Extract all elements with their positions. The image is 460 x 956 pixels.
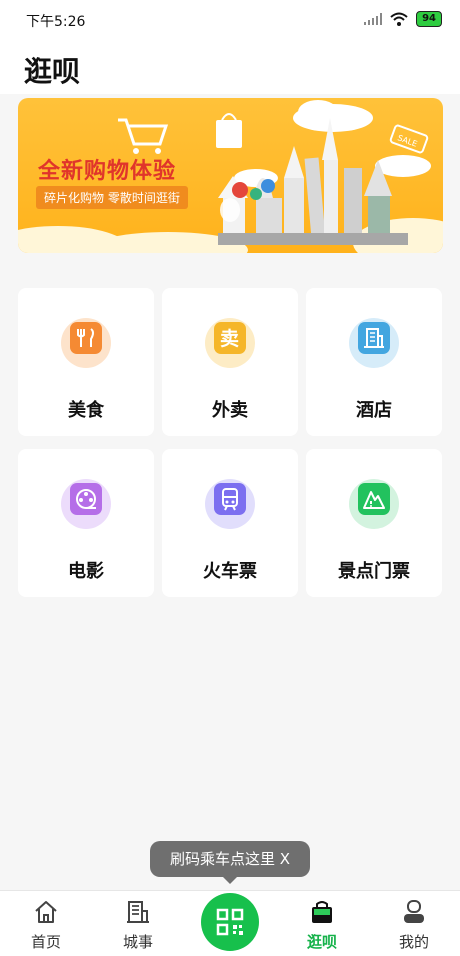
shopping-bag-icon: [312, 901, 332, 923]
home-icon: [35, 901, 57, 923]
banner-title: 全新购物体验: [38, 159, 177, 184]
sale-tag-text: SALE: [396, 133, 418, 148]
category-label: 美食: [68, 400, 104, 421]
category-card-takeaway[interactable]: 卖 外卖: [162, 288, 298, 436]
tab-label: 逛呗: [306, 933, 337, 951]
cloud-icon: [293, 100, 373, 132]
film-reel-icon: [70, 483, 102, 515]
status-time: 下午5:26: [26, 14, 86, 30]
status-bar: 下午5:26 94: [0, 0, 460, 38]
shopping-cart-icon: [118, 118, 169, 154]
category-label: 火车票: [203, 561, 257, 582]
city-building-icon: [127, 901, 149, 923]
train-icon: [214, 483, 246, 515]
shopping-bag-icon: [216, 113, 242, 148]
banner-subtitle: 碎片化购物 零散时间逛街: [36, 186, 188, 209]
tab-home[interactable]: 首页: [0, 891, 92, 956]
scan-ride-tooltip[interactable]: 刷码乘车点这里 X: [150, 841, 310, 877]
page-header: 逛呗: [0, 38, 460, 94]
battery-indicator: 94: [416, 11, 442, 27]
category-card-attraction-ticket[interactable]: 景点门票: [306, 449, 442, 597]
hotel-icon: [358, 322, 390, 354]
tab-stroll[interactable]: 逛呗: [276, 891, 368, 956]
tab-city[interactable]: 城事: [92, 891, 184, 956]
tab-label: 首页: [30, 933, 61, 951]
profile-icon: [404, 900, 424, 923]
category-label: 电影: [68, 561, 104, 582]
tooltip-arrow: [222, 876, 238, 884]
category-card-train-ticket[interactable]: 火车票: [162, 449, 298, 597]
tab-mine[interactable]: 我的: [368, 891, 460, 956]
category-card-food[interactable]: 美食: [18, 288, 154, 436]
category-card-hotel[interactable]: 酒店: [306, 288, 442, 436]
takeaway-icon: 卖: [214, 322, 246, 354]
svg-text:卖: 卖: [220, 328, 239, 350]
promo-banner[interactable]: SALE 全新购物体验 碎片化购物 零散时间逛街: [18, 98, 443, 253]
utensils-icon: [70, 322, 102, 354]
page-title: 逛呗: [24, 55, 81, 88]
status-indicators: 94: [364, 11, 442, 27]
mountain-ticket-icon: [358, 483, 390, 515]
category-label: 景点门票: [338, 561, 410, 582]
sale-tag-icon: SALE: [389, 124, 429, 154]
signal-icon: [364, 13, 383, 25]
category-label: 外卖: [212, 400, 248, 421]
category-card-movie[interactable]: 电影: [18, 449, 154, 597]
tab-label: 我的: [398, 933, 429, 951]
tab-label: 城事: [122, 933, 153, 951]
wifi-icon: [390, 12, 408, 26]
category-label: 酒店: [356, 400, 392, 421]
qr-scan-button[interactable]: [201, 893, 259, 951]
qr-scan-icon: [216, 908, 244, 936]
